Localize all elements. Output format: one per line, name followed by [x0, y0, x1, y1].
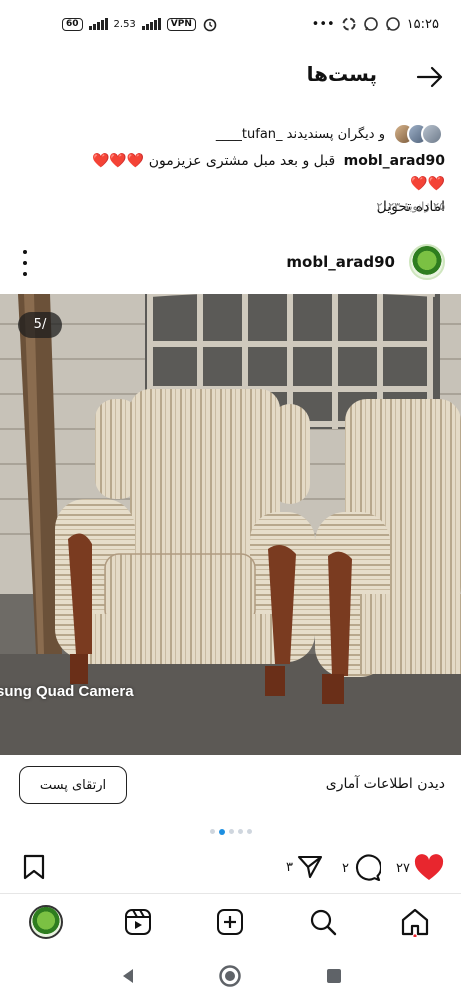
comment-icon[interactable]	[353, 854, 381, 882]
signal-icon	[88, 18, 108, 30]
camera-watermark: sung Quad Camera	[0, 683, 134, 700]
reels-icon	[125, 909, 151, 935]
status-time: ۱۵:۲۵	[406, 16, 439, 32]
add-post-icon	[217, 909, 243, 935]
carousel-dot	[218, 828, 225, 835]
boost-row: ارتقای پست دیدن اطلاعات آماری	[0, 756, 461, 820]
view-insights-link[interactable]: دیدن اطلاعات آماری	[326, 776, 445, 792]
caption-author[interactable]: mobl_arad90	[344, 153, 445, 169]
whatsapp-icon	[363, 17, 378, 31]
bottom-tab-bar	[0, 893, 461, 949]
vpn-badge: VPN	[166, 17, 196, 31]
caption-date: ۲۵ ژانویهٔ ۲۰۲۳	[376, 200, 445, 213]
carousel-dot	[246, 829, 252, 834]
shares-count: ۳	[286, 859, 293, 875]
carousel-dots	[0, 828, 461, 835]
tab-create[interactable]	[212, 904, 248, 940]
alarm-icon	[203, 18, 217, 32]
comment-action[interactable]: ۲	[342, 854, 381, 882]
status-bar: 60 2.53 VPN ••• ۱۵:۲۵	[0, 0, 461, 50]
sync-icon	[342, 17, 356, 31]
more-notifications-icon: •••	[311, 16, 335, 32]
avatar	[29, 905, 63, 939]
like-action[interactable]: ۲۷	[396, 854, 444, 882]
status-icons-left: 60 2.53 VPN	[62, 16, 218, 32]
system-navigation-bar	[0, 952, 461, 1000]
heart-icon[interactable]	[414, 854, 444, 882]
home-icon	[401, 908, 429, 937]
tab-reels[interactable]	[120, 904, 156, 940]
comments-count: ۲	[342, 860, 349, 876]
whatsapp-business-icon	[385, 17, 400, 31]
tab-profile[interactable]	[28, 904, 64, 940]
back-arrow-icon[interactable]	[415, 62, 445, 92]
liker-avatars	[393, 123, 443, 145]
tab-search[interactable]	[305, 904, 341, 940]
boost-post-button[interactable]: ارتقای پست	[19, 766, 127, 804]
likes-count: ۲۷	[396, 860, 410, 876]
bookmark-icon[interactable]	[22, 854, 46, 880]
image-counter: 5/	[18, 312, 62, 338]
share-action[interactable]: ۳	[286, 854, 323, 880]
liked-by-row[interactable]: و دیگران پسندیدند _tufan____	[216, 120, 443, 148]
post-photo[interactable]: 5/ sung Quad Camera	[0, 294, 461, 755]
data-speed: 2.53	[113, 18, 136, 30]
more-options-icon[interactable]	[18, 250, 32, 276]
avatar	[421, 123, 443, 145]
search-icon	[310, 909, 337, 936]
system-recents-icon[interactable]	[320, 962, 348, 990]
signal-icon-2	[141, 18, 161, 30]
network-badge: 60	[62, 17, 83, 31]
page-title: پست‌ها	[306, 62, 377, 86]
status-icons-right: ••• ۱۵:۲۵	[312, 16, 439, 32]
avatar[interactable]	[409, 244, 445, 280]
carousel-dot	[237, 829, 243, 834]
system-back-icon[interactable]	[114, 962, 142, 990]
post-actions: ۳ ۲ ۲۷	[0, 848, 461, 888]
post-username[interactable]: mobl_arad90	[286, 253, 395, 271]
liked-by-text: و دیگران پسندیدند _tufan____	[215, 126, 385, 142]
system-home-icon[interactable]	[216, 962, 244, 990]
page-header: پست‌ها	[0, 56, 461, 100]
carousel-dot	[228, 829, 234, 834]
send-icon[interactable]	[297, 854, 323, 880]
carousel-dot	[209, 829, 215, 834]
tab-home[interactable]	[397, 904, 433, 940]
caption-text: قبل و بعد مبل مشتری عزیزمون	[148, 153, 336, 169]
post-header: mobl_arad90	[0, 240, 461, 286]
